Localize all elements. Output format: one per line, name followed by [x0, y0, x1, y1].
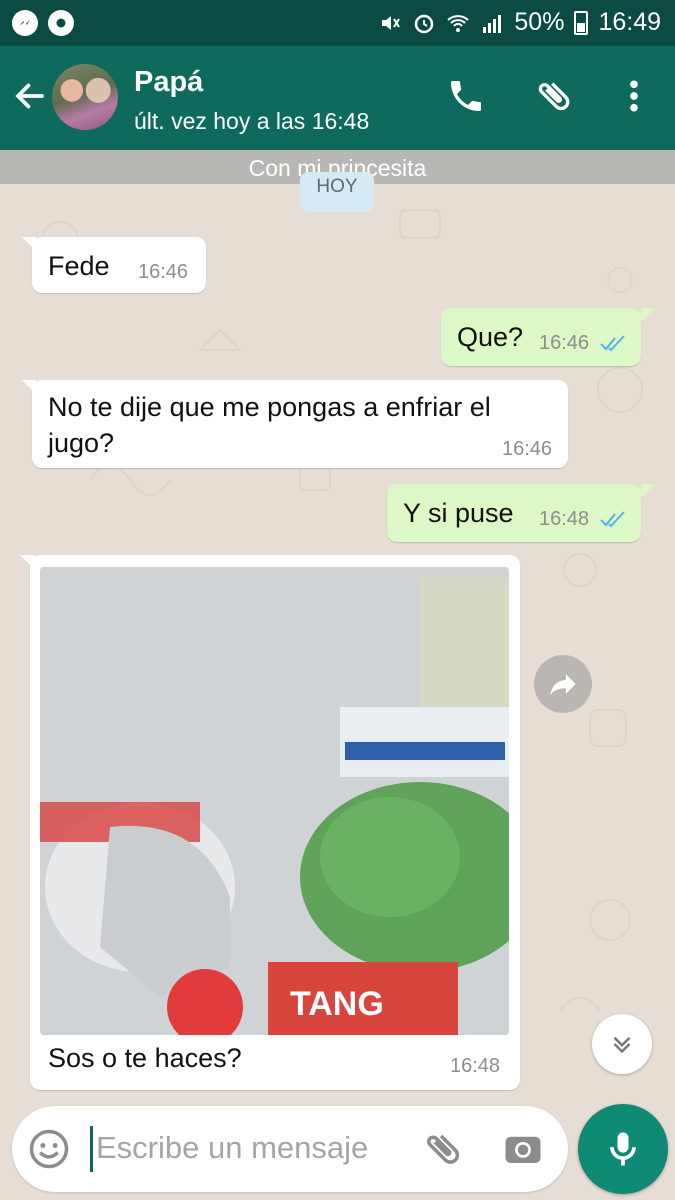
- forward-icon: [550, 674, 576, 696]
- chat-area[interactable]: Con mi princesita HOY Fede 16:46 Que? 16…: [0, 150, 675, 1100]
- battery-percent: 50%: [514, 8, 565, 36]
- message-incoming-photo[interactable]: TANG Sos o te haces? 16:48: [30, 555, 520, 1090]
- battery-icon: [574, 10, 589, 35]
- system-indicators: 50% 16:49: [378, 8, 661, 37]
- alarm-icon: [415, 14, 434, 33]
- bubble-tail: [22, 237, 36, 251]
- messenger-icon: [12, 10, 38, 36]
- chevron-down-icon: [613, 1036, 631, 1054]
- bubble-tail: [641, 484, 655, 498]
- message-text: Que?: [457, 322, 524, 352]
- message-text-line: No te dije que me pongas a enfriar el: [48, 392, 491, 422]
- message-outgoing[interactable]: Que? 16:46: [441, 308, 641, 366]
- emoji-icon[interactable]: [28, 1128, 70, 1170]
- bubble-tail: [22, 380, 36, 394]
- read-ticks-icon: [600, 511, 625, 528]
- scroll-to-bottom-button[interactable]: [592, 1014, 652, 1074]
- message-time: 16:46: [539, 332, 590, 354]
- chat-icon: [48, 10, 74, 36]
- mic-icon: [610, 1132, 636, 1166]
- chat-header: Papá últ. vez hoy a las 16:48: [0, 46, 675, 150]
- more-vert-icon[interactable]: [614, 76, 654, 116]
- message-time: 16:46: [502, 438, 553, 460]
- signal-icon: [483, 14, 502, 33]
- message-input[interactable]: Escribe un mensaje: [96, 1130, 368, 1166]
- bubble-tail: [20, 555, 34, 569]
- message-time: 16:46: [138, 261, 189, 283]
- paperclip-icon[interactable]: [422, 1128, 464, 1170]
- notification-icons: [12, 10, 74, 36]
- date-chip: HOY: [300, 172, 374, 212]
- contact-name[interactable]: Papá: [134, 66, 203, 99]
- text-caret: [90, 1126, 93, 1172]
- last-seen: últ. vez hoy a las 16:48: [134, 108, 370, 134]
- message-composer[interactable]: Escribe un mensaje: [12, 1106, 568, 1192]
- message-time: 16:48: [539, 508, 590, 530]
- photo-image: TANG: [40, 567, 509, 1035]
- mute-icon: [382, 15, 401, 30]
- message-incoming[interactable]: Fede 16:46: [32, 237, 206, 293]
- mic-button[interactable]: [578, 1104, 668, 1194]
- photo-attachment[interactable]: TANG: [40, 567, 509, 1035]
- message-text: Y si puse: [403, 498, 514, 528]
- back-arrow-icon[interactable]: [12, 78, 48, 114]
- forward-button[interactable]: [534, 655, 592, 713]
- message-time: 16:48: [450, 1055, 501, 1077]
- camera-icon[interactable]: [502, 1128, 544, 1170]
- status-bar: 50% 16:49: [0, 0, 675, 46]
- bubble-tail: [641, 308, 655, 322]
- message-outgoing[interactable]: Y si puse 16:48: [387, 484, 641, 542]
- message-text: Fede: [48, 251, 110, 281]
- photo-caption: Sos o te haces?: [48, 1043, 242, 1073]
- clock: 16:49: [598, 8, 661, 36]
- message-incoming[interactable]: No te dije que me pongas a enfriar el ju…: [32, 380, 568, 468]
- phone-icon[interactable]: [446, 76, 486, 116]
- paperclip-icon[interactable]: [534, 76, 574, 116]
- wifi-icon: [447, 14, 470, 32]
- tang-label: TANG: [290, 985, 384, 1023]
- read-ticks-icon: [600, 335, 625, 352]
- message-text-line: jugo?: [48, 428, 115, 458]
- avatar[interactable]: [52, 64, 118, 130]
